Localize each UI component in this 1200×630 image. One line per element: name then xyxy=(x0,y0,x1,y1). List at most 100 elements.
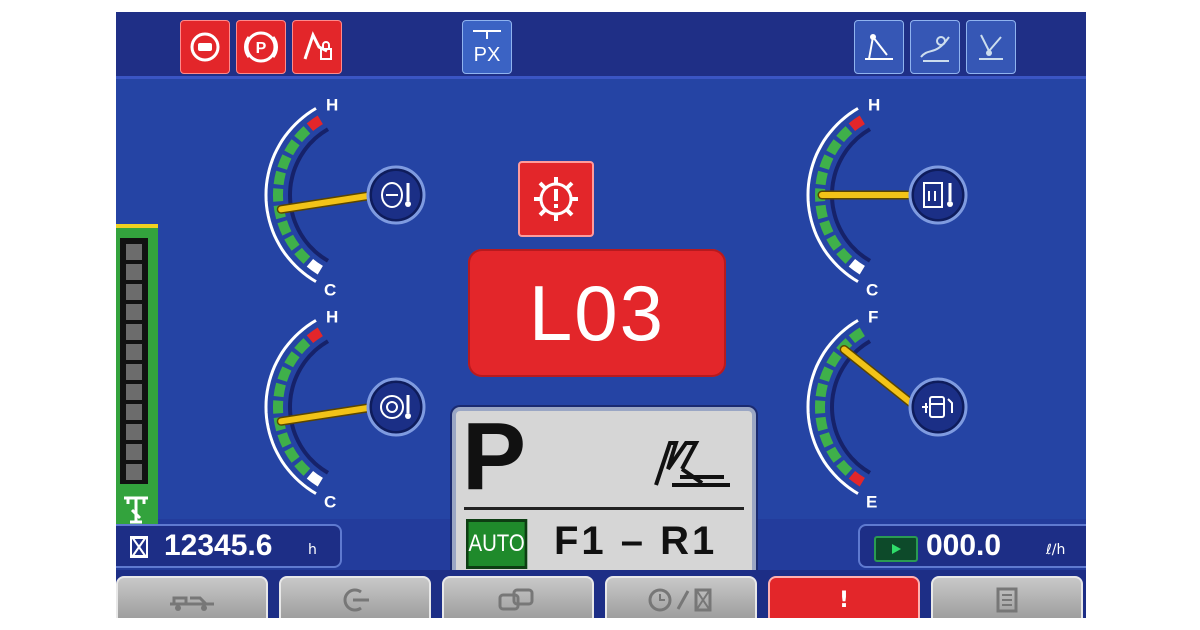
gauge-segment xyxy=(306,470,323,487)
operation-mode-icon xyxy=(498,588,534,611)
level-segment xyxy=(126,284,142,300)
gauge-segment xyxy=(819,154,834,170)
gauge-segment xyxy=(277,432,292,448)
menu-button[interactable] xyxy=(931,576,1083,618)
gauge-segment xyxy=(284,139,300,156)
slip-mode-icon xyxy=(966,20,1016,74)
dozer-blade-icon xyxy=(654,441,730,487)
alert-button[interactable]: ! xyxy=(768,576,920,618)
svg-text:PX: PX xyxy=(474,44,501,66)
hourglass-icon xyxy=(130,536,148,558)
gauge-segment xyxy=(294,459,311,476)
status-bar: 12345.6 h 000.0 ℓ/h xyxy=(116,522,1086,570)
system-warning-icon xyxy=(518,161,594,237)
gauge-segment xyxy=(277,366,292,382)
softkey-bar: ! xyxy=(116,570,1086,618)
level-segment xyxy=(126,344,142,360)
main-panel: HC HC HC FE L03 P AUTO F1 – R1 xyxy=(116,79,1086,591)
hydraulic-oil-temperature-gauge: HC xyxy=(806,95,968,299)
gauge-needle xyxy=(278,192,377,213)
fuel-consumption-value: 000.0 xyxy=(926,529,1002,562)
gauge-max-label: H xyxy=(868,95,880,114)
gauge-segment xyxy=(306,258,323,275)
engine-coolant-temperature-gauge: HC xyxy=(264,95,426,299)
clock-hour-meter-icon xyxy=(648,588,712,612)
gauge-segment xyxy=(273,170,286,186)
error-code: L03 xyxy=(528,268,666,357)
gauge-segment xyxy=(284,351,300,368)
back-button[interactable] xyxy=(279,576,431,618)
level-track xyxy=(120,238,148,484)
operation-mode-button[interactable] xyxy=(442,576,594,618)
gauge-segment xyxy=(819,366,834,382)
fuel-consumption-unit: ℓ/h xyxy=(1046,542,1066,558)
gauge-segment xyxy=(815,204,828,220)
level-segment xyxy=(126,464,142,480)
svg-text:P: P xyxy=(256,40,267,57)
menu-list-icon xyxy=(996,587,1018,613)
work-mode-icon xyxy=(854,20,904,74)
parking-brake-icon: P xyxy=(236,20,286,74)
work-equipment-lock-icon xyxy=(292,20,342,74)
gauge-segment xyxy=(284,234,300,251)
hour-meter-panel: 12345.6 h xyxy=(116,524,342,568)
gauge-segment xyxy=(826,446,842,463)
gauge-segment xyxy=(836,126,853,143)
gauge-max-label: F xyxy=(868,307,878,326)
gauge-segment xyxy=(848,258,865,275)
gauge-segment xyxy=(277,220,292,236)
engine-warning-icon xyxy=(180,20,230,74)
hour-meter-unit: h xyxy=(308,542,317,558)
gauge-segment xyxy=(306,327,323,344)
gauge-min-label: C xyxy=(324,493,336,511)
torque-converter-oil-temperature-gauge: HC xyxy=(264,307,426,511)
gauge-segment xyxy=(815,382,828,398)
hour-meter-value: 12345.6 xyxy=(164,529,273,562)
gauge-segment xyxy=(273,382,286,398)
gauge-segment xyxy=(836,247,853,264)
gauge-needle xyxy=(278,404,377,425)
gauge-segment xyxy=(294,247,311,264)
machine-settings-button[interactable] xyxy=(116,576,268,618)
level-segment xyxy=(126,364,142,380)
clock-hour-meter-button[interactable] xyxy=(605,576,757,618)
gauge-segment xyxy=(836,459,853,476)
gauge-max-label: H xyxy=(326,95,338,114)
coolant-temperature-icon xyxy=(366,165,426,225)
level-segment xyxy=(126,304,142,320)
px-mode-icon: PX xyxy=(462,20,512,74)
gauge-segment xyxy=(277,154,292,170)
play-icon xyxy=(874,536,918,562)
level-segment xyxy=(126,244,142,260)
gauge-segment xyxy=(826,234,842,251)
gauge-segment xyxy=(294,338,311,355)
hydraulic-oil-temperature-icon xyxy=(908,165,968,225)
gauge-segment xyxy=(819,432,834,448)
level-segment xyxy=(126,424,142,440)
level-segment xyxy=(126,324,142,340)
level-segment xyxy=(126,264,142,280)
gauge-min-label: E xyxy=(866,493,877,511)
level-segment xyxy=(126,444,142,460)
gauge-segment xyxy=(826,139,842,156)
gear-position: P xyxy=(462,403,527,510)
gauge-min-label: C xyxy=(866,281,878,299)
gauge-min-label: C xyxy=(324,281,336,299)
indicator-bar: P PX xyxy=(116,12,1086,79)
alert-icon: ! xyxy=(838,587,850,613)
gauge-segment xyxy=(848,470,865,487)
gauge-segment xyxy=(819,220,834,236)
level-segment xyxy=(126,404,142,420)
gauge-segment xyxy=(848,115,865,132)
gauge-segment xyxy=(284,446,300,463)
error-code-display[interactable]: L03 xyxy=(468,249,726,377)
back-icon xyxy=(343,588,369,612)
monitor-screen: P PX HC HC HC FE L03 P AUTO F1 – R1 1234… xyxy=(116,12,1086,618)
fuel-consumption-panel: 000.0 ℓ/h xyxy=(858,524,1086,568)
level-segment xyxy=(126,384,142,400)
fuel-icon xyxy=(908,377,968,437)
machine-settings-icon xyxy=(170,596,214,611)
transmission-oil-temperature-icon xyxy=(366,377,426,437)
gauge-needle xyxy=(841,346,919,410)
fuel-level-gauge: FE xyxy=(806,307,968,511)
